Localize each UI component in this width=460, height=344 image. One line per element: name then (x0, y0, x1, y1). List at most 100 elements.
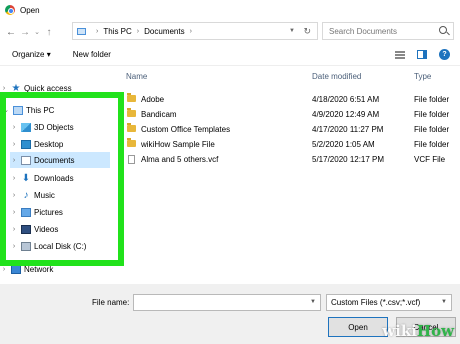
file-name-field[interactable]: ▼ (133, 294, 321, 311)
column-header-type[interactable]: Type (414, 68, 431, 84)
file-row[interactable]: wikiHow Sample File 5/2/2020 1:05 AM Fil… (126, 137, 460, 152)
breadcrumb-separator-icon: › (96, 27, 99, 35)
nav-item-network[interactable]: › Network (0, 261, 53, 277)
address-bar[interactable]: › This PC › Documents › ▼ ↻ (72, 22, 318, 40)
recent-locations-icon[interactable]: ⌄ (32, 28, 42, 36)
preview-pane-icon[interactable] (417, 50, 427, 59)
organize-menu[interactable]: Organize ▾ (12, 50, 51, 59)
videos-icon (21, 224, 31, 234)
title-bar: Open (0, 0, 460, 20)
file-row[interactable]: Adobe 4/18/2020 6:51 AM File folder (126, 92, 460, 107)
breadcrumb-documents[interactable]: Documents (144, 27, 184, 36)
expand-chevron-icon[interactable]: › (0, 266, 8, 273)
view-options-icon[interactable] (395, 50, 405, 59)
music-icon: ♪ (23, 189, 29, 201)
folder-icon (127, 138, 136, 147)
address-row: ← → ⌄ ↑ › This PC › Documents › ▼ ↻ Sear… (0, 22, 460, 42)
expand-chevron-icon[interactable]: › (10, 124, 18, 131)
breadcrumb-separator-icon: › (136, 27, 140, 35)
pc-icon (13, 105, 23, 115)
nav-item-local-disk[interactable]: › Local Disk (C:) (10, 238, 86, 254)
download-icon: ⬇ (21, 172, 31, 184)
nav-label: Local Disk (C:) (34, 241, 87, 251)
nav-label: Quick access (24, 83, 72, 93)
collapse-chevron-icon[interactable]: ⌄ (2, 106, 10, 114)
file-type: File folder (414, 140, 450, 149)
pictures-icon (21, 207, 31, 217)
vcf-file-icon (128, 155, 135, 164)
breadcrumb-this-pc[interactable]: This PC (103, 27, 131, 36)
file-name: Bandicam (141, 110, 177, 119)
forward-arrow-icon[interactable]: → (18, 27, 32, 38)
pc-icon (77, 27, 86, 35)
disk-icon (21, 241, 31, 251)
folder-icon (127, 123, 136, 132)
file-date: 4/17/2020 11:27 PM (312, 125, 384, 134)
nav-label: This PC (26, 105, 55, 115)
file-date: 4/18/2020 6:51 AM (312, 95, 380, 104)
window-title: Open (20, 5, 40, 15)
expand-chevron-icon[interactable]: › (10, 226, 18, 233)
nav-item-3d-objects[interactable]: › 3D Objects (10, 119, 74, 135)
expand-chevron-icon[interactable]: › (0, 85, 8, 92)
star-icon: ★ (11, 82, 21, 94)
back-arrow-icon[interactable]: ← (4, 27, 18, 38)
cube-icon (21, 122, 31, 132)
chrome-icon (5, 5, 15, 15)
expand-chevron-icon[interactable]: › (10, 192, 18, 199)
chevron-down-icon[interactable]: ▼ (310, 299, 316, 305)
file-type: File folder (414, 110, 450, 119)
file-date: 5/17/2020 12:17 PM (312, 155, 385, 164)
expand-chevron-icon[interactable]: › (10, 175, 18, 182)
nav-item-quick-access[interactable]: › ★ Quick access (0, 80, 72, 96)
expand-chevron-icon[interactable]: › (10, 209, 18, 216)
up-arrow-icon[interactable]: ↑ (42, 27, 56, 38)
file-row[interactable]: Bandicam 4/9/2020 12:49 AM File folder (126, 107, 460, 122)
nav-item-music[interactable]: › ♪ Music (10, 187, 55, 203)
file-name: wikiHow Sample File (141, 140, 215, 149)
column-header-name[interactable]: Name (126, 68, 147, 84)
help-icon[interactable]: ? (439, 49, 450, 60)
nav-item-downloads[interactable]: › ⬇ Downloads (10, 170, 74, 186)
folder-icon (127, 108, 136, 117)
new-folder-button[interactable]: New folder (73, 50, 111, 59)
file-type: VCF File (414, 155, 446, 164)
address-dropdown-icon[interactable]: ▼ (289, 28, 295, 34)
nav-label: 3D Objects (34, 122, 74, 132)
nav-item-videos[interactable]: › Videos (10, 221, 58, 237)
file-date: 4/9/2020 12:49 AM (312, 110, 380, 119)
file-date: 5/2/2020 1:05 AM (312, 140, 375, 149)
desktop-icon (21, 139, 31, 149)
nav-label: Documents (34, 155, 75, 165)
column-header-date[interactable]: Date modified (312, 68, 361, 84)
breadcrumb-separator-icon: › (189, 27, 192, 35)
nav-item-desktop[interactable]: › Desktop (10, 136, 63, 152)
expand-chevron-icon[interactable]: › (10, 141, 18, 148)
expand-chevron-icon[interactable]: › (10, 243, 18, 250)
file-type-filter-value: Custom Files (*.csv;*.vcf) (331, 298, 421, 307)
open-button[interactable]: Open (328, 317, 388, 337)
expand-chevron-icon[interactable]: › (10, 157, 18, 164)
nav-item-documents[interactable]: › Documents (10, 152, 110, 168)
file-name: Adobe (141, 95, 165, 104)
refresh-icon[interactable]: ↻ (303, 26, 311, 37)
file-list: Name Date modified Type Adobe 4/18/2020 … (126, 68, 460, 284)
file-row[interactable]: Alma and 5 others.vcf 5/17/2020 12:17 PM… (126, 152, 460, 167)
nav-item-this-pc[interactable]: ⌄ This PC (2, 102, 54, 118)
nav-label: Videos (34, 224, 59, 234)
nav-label: Desktop (34, 139, 64, 149)
search-input[interactable]: Search Documents (322, 22, 454, 40)
file-row[interactable]: Custom Office Templates 4/17/2020 11:27 … (126, 122, 460, 137)
network-icon (11, 264, 21, 274)
nav-label: Pictures (34, 207, 63, 217)
nav-item-pictures[interactable]: › Pictures (10, 204, 63, 220)
file-type-filter-select[interactable]: Custom Files (*.csv;*.vcf) ▼ (326, 294, 452, 311)
wikihow-watermark: wikiHow (382, 322, 454, 340)
documents-icon (21, 155, 31, 165)
open-dialog: Open ← → ⌄ ↑ › This PC › Documents › ▼ ↻… (0, 0, 460, 344)
file-name: Custom Office Templates (141, 125, 231, 134)
search-placeholder: Search Documents (329, 26, 398, 36)
chevron-down-icon: ▼ (441, 299, 447, 305)
nav-label: Network (24, 264, 54, 274)
file-type: File folder (414, 95, 450, 104)
